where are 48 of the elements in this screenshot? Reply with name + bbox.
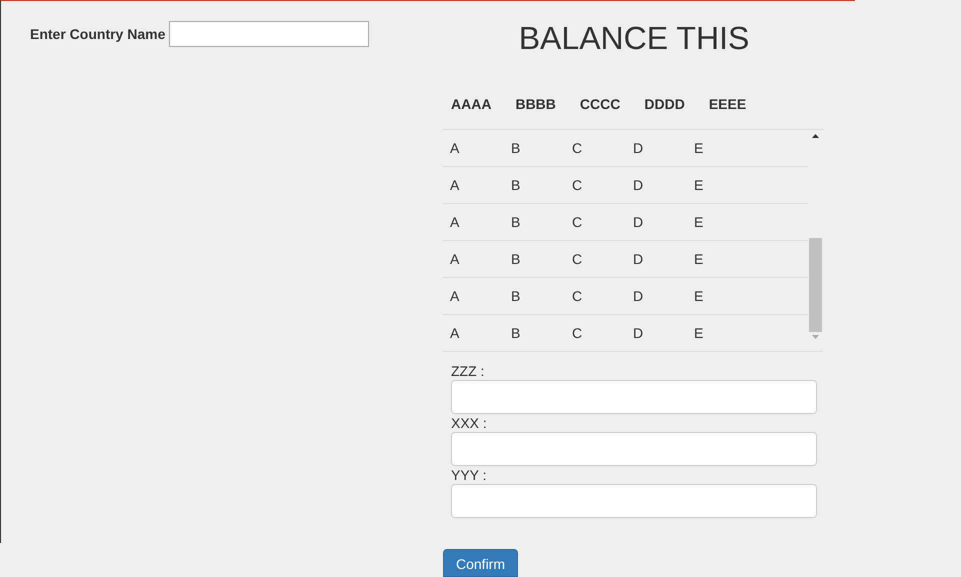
- table-cell-text: B: [511, 177, 522, 193]
- column-header: EEEE: [708, 96, 746, 114]
- table-cell-text: D: [633, 140, 644, 156]
- scroll-up-icon[interactable]: [812, 134, 819, 138]
- table-cell-text: E: [694, 325, 704, 341]
- table-cell-text: C: [572, 251, 584, 267]
- table-cell-text: A: [450, 325, 460, 341]
- page-title: BALANCE THIS: [518, 20, 750, 56]
- input-field[interactable]: [451, 432, 817, 466]
- table-cell-text: A: [450, 288, 460, 304]
- table-cell-text: B: [511, 214, 522, 230]
- input-field[interactable]: [451, 380, 817, 414]
- column-header: AAAA: [451, 96, 492, 114]
- country-label: Enter Country Name: [30, 25, 166, 44]
- table-cell-text: A: [450, 251, 460, 267]
- table-cell-text: B: [511, 325, 522, 341]
- table-cell-text: E: [694, 177, 704, 193]
- table-cell-text: D: [633, 251, 644, 267]
- field-label: YYY :: [451, 466, 487, 484]
- scroll-down-icon[interactable]: [812, 335, 819, 339]
- column-header: CCCC: [580, 96, 620, 114]
- field-label: XXX :: [451, 414, 487, 432]
- column-header: BBBB: [515, 96, 556, 114]
- table-cell-text: C: [572, 288, 584, 304]
- table-cell-text: A: [450, 177, 460, 193]
- table-cell-text: C: [572, 177, 584, 193]
- scroll-thumb[interactable]: [809, 238, 822, 332]
- country-input[interactable]: [169, 21, 370, 47]
- input-field[interactable]: [451, 484, 817, 518]
- table-cell-text: E: [694, 288, 704, 304]
- column-header: DDDD: [644, 96, 685, 114]
- table-cell-text: E: [694, 214, 704, 230]
- table-cell-text: E: [694, 140, 704, 156]
- table-cell-text: C: [572, 325, 584, 341]
- table-cell-text: D: [633, 214, 644, 230]
- field-label: ZZZ :: [451, 362, 484, 380]
- table-cell-text: D: [633, 288, 644, 304]
- table-cell-text: B: [511, 140, 522, 156]
- confirm-button[interactable]: Confirm: [443, 549, 518, 577]
- table-cell-text: A: [450, 214, 460, 230]
- table-cell-text: D: [633, 325, 644, 341]
- table-cell-text: B: [511, 288, 522, 304]
- table-cell-text: C: [572, 214, 584, 230]
- table-cell-text: D: [633, 177, 644, 193]
- table-cell-text: C: [572, 140, 584, 156]
- table-cell-text: B: [511, 251, 522, 267]
- table-cell-text: E: [694, 251, 704, 267]
- table-cell-text: A: [450, 140, 460, 156]
